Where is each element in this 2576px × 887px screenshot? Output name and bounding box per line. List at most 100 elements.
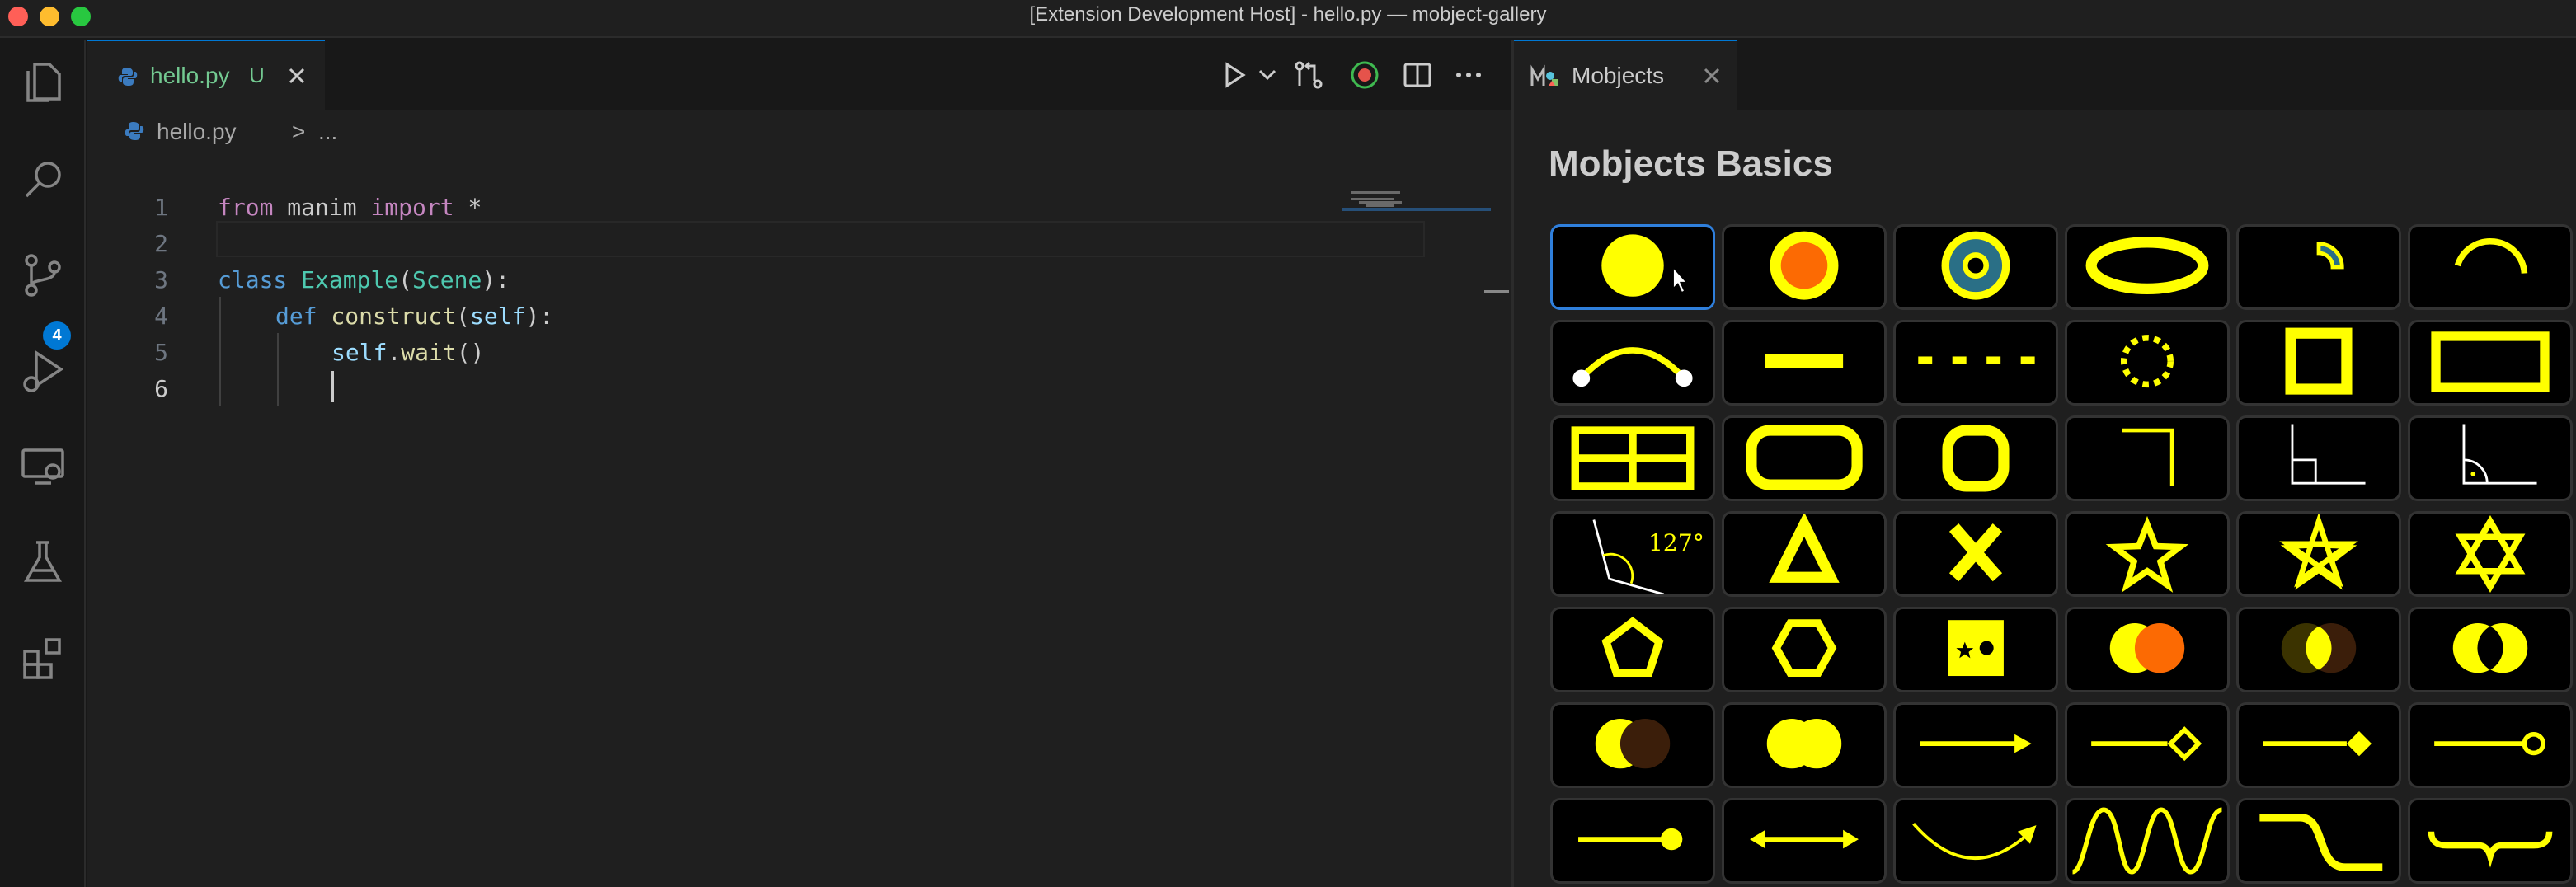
mobject-line[interactable] <box>1722 320 1887 406</box>
close-icon[interactable] <box>1697 61 1727 91</box>
breadcrumb-symbols[interactable]: ... <box>318 119 337 145</box>
mobject-curved-arrow[interactable] <box>1893 798 2058 884</box>
line-number: 4 <box>154 303 168 330</box>
mobject-triangle[interactable] <box>1722 511 1887 597</box>
mobject-arrow-diamond-tip[interactable] <box>2065 702 2230 788</box>
mobject-sine-wave[interactable] <box>2065 798 2230 884</box>
code-line: 1 from manim import * <box>87 190 1357 226</box>
mobject-right-angle-dot[interactable] <box>2408 415 2573 501</box>
mobject-preview <box>2105 515 2189 593</box>
mobject-preview <box>1595 718 1671 769</box>
code-text: from manim import * <box>218 194 482 221</box>
remote-explorer-icon[interactable] <box>16 440 69 493</box>
mobject-preview <box>2291 424 2366 485</box>
mobject-annulus-orange[interactable] <box>1722 224 1887 310</box>
split-editor-icon[interactable] <box>1400 58 1435 92</box>
mobject-arrow-circle-tip[interactable] <box>2408 702 2573 788</box>
mobject-preview <box>1770 231 1839 300</box>
mobject-arrow-square-tip[interactable] <box>2236 702 2401 788</box>
mobject-preview <box>2263 731 2372 757</box>
mobject-rectangle[interactable] <box>2408 320 2573 406</box>
angle-label: 127° <box>1648 529 1704 556</box>
minimap-line <box>1351 191 1400 194</box>
mobject-arc-between-points[interactable] <box>1550 320 1715 406</box>
mobject-intersection[interactable] <box>2236 607 2401 692</box>
mobject-difference[interactable] <box>2408 607 2573 692</box>
mobject-hexagon[interactable] <box>1722 607 1887 692</box>
code-line: 5 self.wait() <box>87 335 1357 371</box>
mobject-preview <box>1601 617 1664 677</box>
minimap-line <box>1359 201 1402 204</box>
mobject-preview <box>1572 347 1693 387</box>
mobject-star-outline[interactable] <box>2236 511 2401 597</box>
mobject-cross[interactable] <box>1893 511 2058 597</box>
mobject-annulus-teal[interactable] <box>1893 224 2058 310</box>
mobject-preview <box>2452 622 2528 673</box>
search-icon[interactable] <box>16 153 69 206</box>
source-control-icon[interactable] <box>16 249 69 302</box>
mobject-preview <box>2316 242 2344 270</box>
activity-bar: 4 <box>0 40 86 887</box>
mobject-dashed-line[interactable] <box>1893 320 2058 406</box>
mobject-ellipse[interactable] <box>2065 224 2230 310</box>
mobject-right-angle[interactable] <box>2236 415 2401 501</box>
mobject-preview <box>1765 354 1844 368</box>
files-icon[interactable] <box>16 58 69 110</box>
code-line: 6 <box>87 371 1357 407</box>
code-line: 3 class Example(Scene): <box>87 262 1357 298</box>
mobject-annular-sector[interactable] <box>2236 224 2401 310</box>
mobject-preview <box>2259 814 2383 871</box>
mobject-double-dot[interactable] <box>1722 702 1887 788</box>
mobject-arrow[interactable] <box>1893 702 2058 788</box>
code-line: 4 def construct(self): <box>87 298 1357 335</box>
mobject-preview <box>2431 331 2550 392</box>
scrollbar-position-marker <box>1484 290 1509 293</box>
mobject-preview <box>1578 828 1683 851</box>
close-icon[interactable] <box>282 61 312 91</box>
mobject-angle[interactable]: 127° <box>1550 511 1715 597</box>
mobject-s-curve[interactable] <box>2236 798 2401 884</box>
mobject-preview <box>1750 829 1859 849</box>
code-text: class Example(Scene): <box>218 266 510 293</box>
line-number: 3 <box>154 266 168 293</box>
mobject-union[interactable] <box>2065 607 2230 692</box>
mobject-double-arrow[interactable] <box>1722 798 1887 884</box>
mobject-line-dot-tip[interactable] <box>1550 798 1715 884</box>
minimap[interactable] <box>1342 152 1507 887</box>
mobject-table[interactable] <box>1550 415 1715 501</box>
mobject-brace[interactable] <box>2408 798 2573 884</box>
mobject-rounded-rectangle[interactable] <box>1722 415 1887 501</box>
code-text: def construct(self): <box>275 303 554 330</box>
mobject-cutout[interactable] <box>1893 607 2058 692</box>
minimap-line <box>1366 204 1394 207</box>
mobject-dashed-circle[interactable] <box>2065 320 2230 406</box>
run-python-file-button[interactable] <box>1217 58 1252 92</box>
more-actions-icon[interactable] <box>1451 58 1486 92</box>
mobject-dot[interactable] <box>1550 224 1715 310</box>
flask-icon[interactable] <box>16 536 69 589</box>
mobject-square[interactable] <box>2236 320 2401 406</box>
chevron-down-icon[interactable] <box>1250 58 1276 92</box>
mobject-preview <box>2091 726 2202 762</box>
extensions-icon[interactable] <box>16 631 69 684</box>
line-number: 6 <box>154 375 168 402</box>
run-debug-icon[interactable] <box>16 345 69 397</box>
mobject-preview <box>1766 718 1842 769</box>
mobject-star[interactable] <box>2065 511 2230 597</box>
mobject-exclusion[interactable] <box>1550 702 1715 788</box>
mobject-pentagon[interactable] <box>1550 607 1715 692</box>
python-file-icon <box>118 68 138 86</box>
mobjects-panel: Mobjects Mobjects Basics 127° <box>1514 40 2576 887</box>
git-untracked-badge: U <box>249 63 265 87</box>
mobject-star-of-david[interactable] <box>2408 511 2573 597</box>
open-changes-icon[interactable] <box>1291 58 1326 92</box>
tab-hello-py[interactable]: hello.py U <box>87 40 325 110</box>
breadcrumb-file[interactable]: hello.py <box>157 119 237 145</box>
mobject-corner[interactable] <box>2065 415 2230 501</box>
editor-area: hello.py U hello.py > ... 1 from manim i… <box>87 40 1511 887</box>
mobject-preview <box>1769 514 1840 583</box>
mobject-arc[interactable] <box>2408 224 2573 310</box>
tab-mobjects[interactable]: Mobjects <box>1514 40 1737 110</box>
mobject-rounded-square[interactable] <box>1893 415 2058 501</box>
record-icon[interactable] <box>1347 58 1382 92</box>
